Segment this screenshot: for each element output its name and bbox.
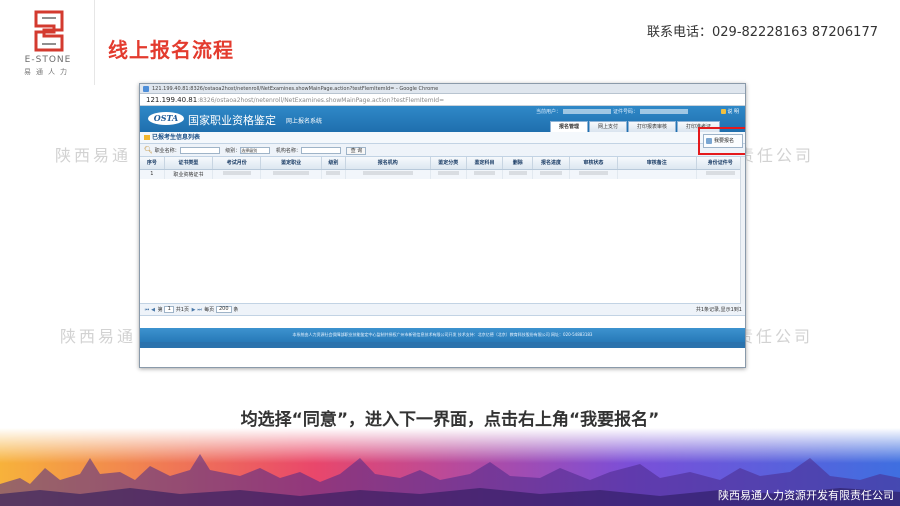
table-header: 序号 证书类型 考试月份 鉴定职业 级别 报名机构 鉴定分类 鉴定科目 删除 报… xyxy=(140,157,745,170)
panel-title: 已报考生信息列表 xyxy=(144,132,200,144)
search-icon[interactable]: 🔍︎ xyxy=(144,144,153,157)
redacted-user xyxy=(563,109,612,114)
help-label: 说 明 xyxy=(727,109,739,115)
url-path: :8326/ostaoa2host/netenroll/NetExamines.… xyxy=(197,97,445,104)
chrome-favicon-icon xyxy=(143,86,149,92)
contact-phones: 029-82228163 87206177 xyxy=(712,25,878,40)
page-prefix: 第 xyxy=(157,307,163,313)
slide-title: 线上报名流程 xyxy=(108,38,234,62)
help-link[interactable]: 说 明 xyxy=(720,108,739,115)
redacted-cell xyxy=(222,171,251,176)
level-label: 级别： xyxy=(225,148,241,154)
col-occupation: 鉴定职业 xyxy=(260,157,322,170)
org-label: 机构名称： xyxy=(275,148,301,154)
brand-logo: E-STONE 易通人力 xyxy=(0,0,95,85)
col-level: 级别 xyxy=(321,157,347,170)
folder-icon xyxy=(144,135,150,140)
redacted-cell xyxy=(362,171,413,176)
col-delete: 删除 xyxy=(502,157,534,170)
osta-logo: OSTA xyxy=(148,112,184,125)
browser-title-bar: 121.199.40.81:8326/ostaoa2host/netenroll… xyxy=(140,84,745,94)
row-cert-type: 职业资格证书 xyxy=(164,169,214,179)
watermark-right: 责任公司 xyxy=(738,146,815,165)
col-subject: 鉴定科目 xyxy=(466,157,504,170)
redacted-cell xyxy=(579,171,608,176)
redacted-cell xyxy=(273,171,309,176)
col-id-number: 身份证件号 xyxy=(696,157,745,170)
pagination-bar: ⏮︎ ◀︎ 第 1 共1页 ▶︎ ⏭︎ 每页 200 条 共1条记录,显示1到1 xyxy=(140,304,745,316)
level-select[interactable]: 选择级别 xyxy=(240,147,271,154)
cert-label: 证件号码： xyxy=(613,109,639,115)
col-exam-month: 考试月份 xyxy=(212,157,262,170)
address-bar[interactable]: 121.199.40.81:8326/ostaoa2host/netenroll… xyxy=(140,94,745,106)
org-input[interactable] xyxy=(300,147,341,154)
redacted-cell xyxy=(437,171,459,176)
tab-enroll-management[interactable]: 报名管理 xyxy=(550,121,589,132)
query-button[interactable]: 查 询 xyxy=(346,146,367,155)
col-index: 序号 xyxy=(140,157,165,170)
col-cert-type: 证书类型 xyxy=(164,157,214,170)
col-review-status: 审核状态 xyxy=(569,157,619,170)
per-page-select[interactable]: 200 xyxy=(215,306,232,313)
per-page-label: 每页 xyxy=(204,307,215,313)
brand-name: E-STONE xyxy=(24,55,72,65)
contact-info: 联系电话：029-82228163 87206177 xyxy=(647,21,878,40)
col-progress: 报名进度 xyxy=(532,157,570,170)
url-host: 121.199.40.81 xyxy=(146,96,198,104)
app-footer: 本系统由人力资源社会保障部职业技能鉴定中心监制并授权广州市新锐信息技术有限公司开… xyxy=(140,328,745,342)
tab-online-payment[interactable]: 网上支付 xyxy=(589,121,628,132)
tab-print-report[interactable]: 打印报表审核 xyxy=(628,121,677,132)
col-category: 鉴定分类 xyxy=(430,157,467,170)
browser-window-title: 121.199.40.81:8326/ostaoa2host/netenroll… xyxy=(152,86,439,92)
redacted-cell xyxy=(473,171,496,176)
filter-bar: 🔍︎ 职业名称： 级别：选择级别 机构名称： 查 询 xyxy=(140,144,745,157)
vertical-scrollbar[interactable] xyxy=(740,157,745,304)
panel-title-bar: 已报考生信息列表 xyxy=(140,132,745,144)
estone-logo-icon xyxy=(34,10,64,52)
occupation-input[interactable] xyxy=(179,147,220,154)
watermark-left-lower: 陕西易通 xyxy=(60,327,137,346)
page-total: 共1页 xyxy=(175,307,189,313)
record-summary: 共1条记录,显示1到1 xyxy=(695,307,742,313)
help-icon xyxy=(720,109,726,114)
col-org: 报名机构 xyxy=(345,157,431,170)
table-row[interactable]: 1 职业资格证书 xyxy=(140,169,745,179)
watermark-left: 陕西易通 xyxy=(55,146,132,165)
company-name: 陕西易通人力资源开发有限责任公司 xyxy=(718,489,894,502)
brand-subtitle: 易通人力 xyxy=(24,68,72,76)
per-page-unit: 条 xyxy=(233,307,239,313)
page-number-input[interactable]: 1 xyxy=(164,306,175,313)
redacted-cell xyxy=(540,171,562,176)
main-nav-tabs: 报名管理 网上支付 打印报表审核 打印准考证 xyxy=(550,121,721,132)
panel-title-text: 已报考生信息列表 xyxy=(152,134,201,141)
app-name: 国家职业资格鉴定 xyxy=(188,114,276,127)
redacted-cell xyxy=(706,171,735,176)
app-subtitle: 网上报名系统 xyxy=(286,118,323,125)
redacted-cell xyxy=(509,171,527,176)
user-info: 当前用户： 证件号码： xyxy=(536,108,690,115)
instruction-text: 均选择“同意”，进入下一界面，点击右上角“我要报名” xyxy=(240,410,660,430)
redacted-cell xyxy=(326,171,341,176)
results-table: 序号 证书类型 考试月份 鉴定职业 级别 报名机构 鉴定分类 鉴定科目 删除 报… xyxy=(140,157,745,179)
watermark-right-lower: 责任公司 xyxy=(737,327,814,346)
user-label: 当前用户： xyxy=(536,109,562,115)
app-header: OSTA 国家职业资格鉴定 网上报名系统 当前用户： 证件号码： 说 明 报名管理… xyxy=(140,106,745,132)
contact-label: 联系电话： xyxy=(647,25,713,40)
occupation-label: 职业名称： xyxy=(154,148,180,154)
row-index: 1 xyxy=(140,169,165,179)
prev-page-icon[interactable]: ◀︎ xyxy=(150,304,156,316)
redacted-cert xyxy=(640,109,689,114)
last-page-icon[interactable]: ⏭︎ xyxy=(197,304,203,316)
results-grid: 序号 证书类型 考试月份 鉴定职业 级别 报名机构 鉴定分类 鉴定科目 删除 报… xyxy=(140,157,745,304)
highlight-box xyxy=(698,127,745,155)
col-review-note: 审核备注 xyxy=(617,157,697,170)
browser-screenshot: 121.199.40.81:8326/ostaoa2host/netenroll… xyxy=(139,83,746,368)
